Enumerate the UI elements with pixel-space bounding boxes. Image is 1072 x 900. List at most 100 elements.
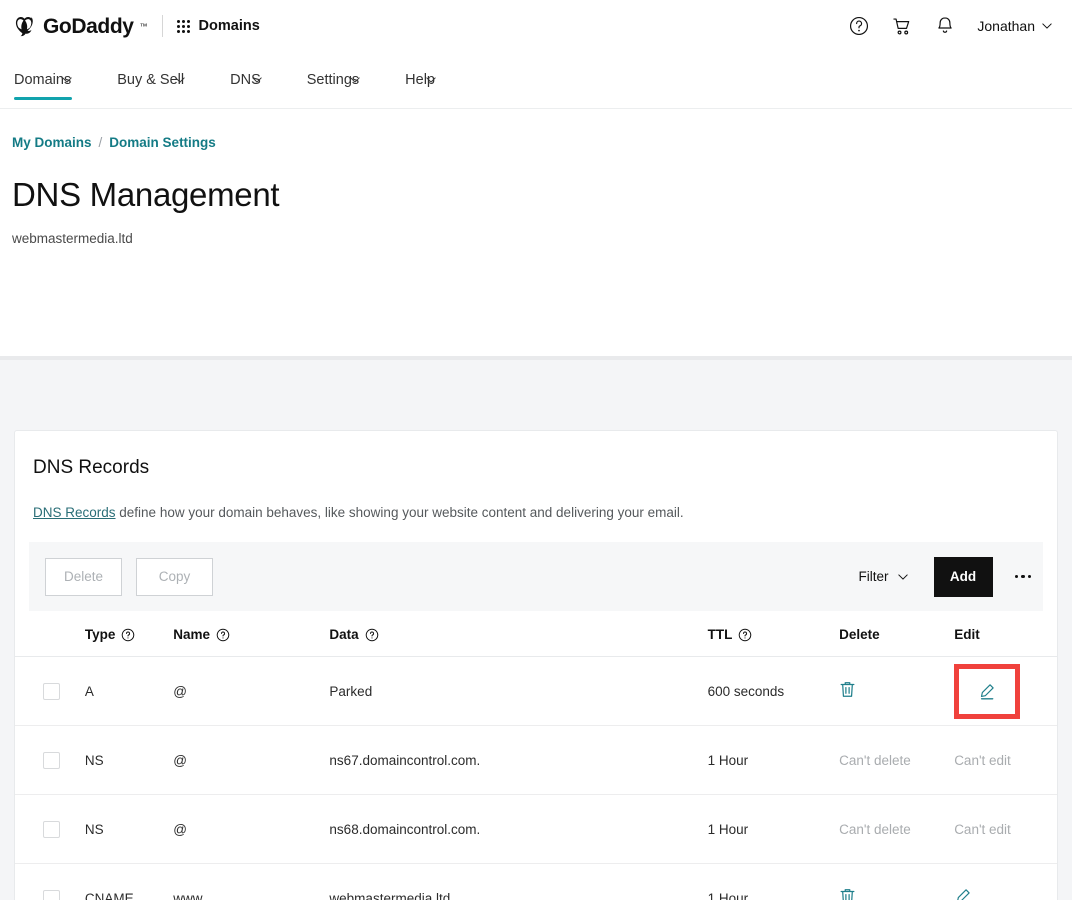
column-header-name: Name	[173, 611, 329, 657]
cell-data: webmastermedia.ltd.	[329, 864, 707, 900]
topbar-divider	[162, 15, 163, 37]
page-header: My Domains / Domain Settings DNS Managem…	[0, 109, 1072, 356]
breadcrumb-separator: /	[99, 135, 103, 150]
chevron-down-icon	[898, 574, 908, 580]
app-launcher-grid-icon[interactable]	[177, 20, 190, 33]
dns-records-link[interactable]: DNS Records	[33, 505, 116, 520]
column-label: Data	[329, 627, 358, 642]
card-description-text: define how your domain behaves, like sho…	[116, 505, 684, 520]
cell-edit: Can't edit	[954, 726, 1057, 795]
nav-item-help[interactable]: Help	[405, 52, 458, 108]
help-circle-icon[interactable]	[848, 15, 870, 37]
column-header-ttl: TTL	[708, 611, 840, 657]
help-circle-icon[interactable]	[121, 628, 135, 642]
pencil-icon	[954, 887, 972, 900]
add-record-button[interactable]: Add	[934, 557, 993, 597]
domain-name-label: webmastermedia.ltd	[12, 231, 1072, 246]
nav-item-domains[interactable]: Domains	[14, 52, 94, 108]
breadcrumb-domain-settings[interactable]: Domain Settings	[109, 135, 216, 150]
toolbar-right-actions: Filter Add	[859, 557, 1032, 597]
column-header-type: Type	[85, 611, 173, 657]
cell-delete	[839, 864, 954, 900]
cell-ttl: 1 Hour	[708, 795, 840, 864]
shopping-cart-icon[interactable]	[891, 15, 913, 37]
cell-data: Parked	[329, 657, 707, 726]
cell-edit	[954, 657, 1057, 726]
column-label: Type	[85, 627, 116, 642]
help-circle-icon[interactable]	[738, 628, 752, 642]
user-name-label: Jonathan	[977, 18, 1035, 34]
row-select-cell	[15, 795, 85, 864]
row-checkbox[interactable]	[43, 683, 60, 700]
nav-item-dns[interactable]: DNS	[230, 52, 284, 108]
delete-button[interactable]: Delete	[45, 558, 122, 596]
chevron-down-icon	[426, 77, 436, 83]
table-row: A @ Parked 600 seconds	[15, 657, 1057, 726]
copy-button[interactable]: Copy	[136, 558, 213, 596]
more-options-icon[interactable]	[1015, 575, 1032, 579]
help-circle-icon[interactable]	[216, 628, 230, 642]
cell-type: CNAME	[85, 864, 173, 900]
row-select-cell	[15, 657, 85, 726]
cell-ttl: 1 Hour	[708, 726, 840, 795]
card-description: DNS Records define how your domain behav…	[15, 479, 1057, 520]
delete-record-icon[interactable]	[839, 887, 856, 900]
table-header-row: Type Name	[15, 611, 1057, 657]
chevron-down-icon	[252, 77, 262, 83]
nav-item-buy-sell[interactable]: Buy & Sell	[117, 52, 207, 108]
page-content: DNS Records DNS Records define how your …	[0, 360, 1072, 900]
breadcrumb-my-domains[interactable]: My Domains	[12, 135, 92, 150]
row-select-cell	[15, 864, 85, 900]
godaddy-heart-logo-icon	[12, 14, 37, 39]
select-all-header	[15, 611, 85, 657]
card-title: DNS Records	[15, 431, 1057, 479]
cell-name: @	[173, 657, 329, 726]
column-label: TTL	[708, 627, 733, 642]
table-row: NS @ ns67.domaincontrol.com. 1 Hour Can'…	[15, 726, 1057, 795]
cell-data: ns67.domaincontrol.com.	[329, 726, 707, 795]
cell-name: @	[173, 726, 329, 795]
row-checkbox[interactable]	[43, 890, 60, 900]
main-navigation: Domains Buy & Sell DNS Settings Help	[0, 52, 1072, 109]
chevron-down-icon	[175, 77, 185, 83]
row-checkbox[interactable]	[43, 821, 60, 838]
user-menu[interactable]: Jonathan	[977, 18, 1052, 34]
column-header-delete: Delete	[839, 611, 954, 657]
table-header: Type Name	[15, 611, 1057, 657]
edit-highlight-box	[954, 664, 1020, 719]
cell-type: A	[85, 657, 173, 726]
page-title: DNS Management	[12, 176, 1072, 214]
table-body: A @ Parked 600 seconds	[15, 657, 1057, 900]
cell-data: ns68.domaincontrol.com.	[329, 795, 707, 864]
filter-button[interactable]: Filter	[859, 569, 908, 584]
table-row: CNAME www webmastermedia.ltd. 1 Hour	[15, 864, 1057, 900]
edit-record-icon[interactable]	[954, 887, 972, 900]
breadcrumb: My Domains / Domain Settings	[12, 135, 1072, 150]
godaddy-logo[interactable]: GoDaddy ™	[12, 14, 148, 39]
cell-ttl: 1 Hour	[708, 864, 840, 900]
row-checkbox[interactable]	[43, 752, 60, 769]
cell-type: NS	[85, 795, 173, 864]
edit-record-icon[interactable]	[978, 682, 996, 701]
notification-bell-icon[interactable]	[934, 15, 956, 37]
row-select-cell	[15, 726, 85, 795]
dns-records-table: Type Name	[15, 611, 1057, 900]
delete-record-icon[interactable]	[839, 680, 856, 699]
dns-records-card: DNS Records DNS Records define how your …	[14, 430, 1058, 900]
filter-label: Filter	[859, 569, 889, 584]
chevron-down-icon	[350, 77, 360, 83]
column-label: Name	[173, 627, 210, 642]
cell-delete	[839, 657, 954, 726]
column-header-edit: Edit	[954, 611, 1057, 657]
godaddy-wordmark: GoDaddy	[43, 16, 134, 37]
topbar-app-label: Domains	[199, 18, 260, 34]
nav-item-settings[interactable]: Settings	[307, 52, 382, 108]
cell-edit: Can't edit	[954, 795, 1057, 864]
records-toolbar: Delete Copy Filter Add	[29, 542, 1043, 611]
chevron-down-icon	[62, 77, 72, 83]
table-row: NS @ ns68.domaincontrol.com. 1 Hour Can'…	[15, 795, 1057, 864]
trash-icon	[839, 887, 856, 900]
trademark-symbol: ™	[140, 22, 148, 31]
cell-delete: Can't delete	[839, 795, 954, 864]
help-circle-icon[interactable]	[365, 628, 379, 642]
